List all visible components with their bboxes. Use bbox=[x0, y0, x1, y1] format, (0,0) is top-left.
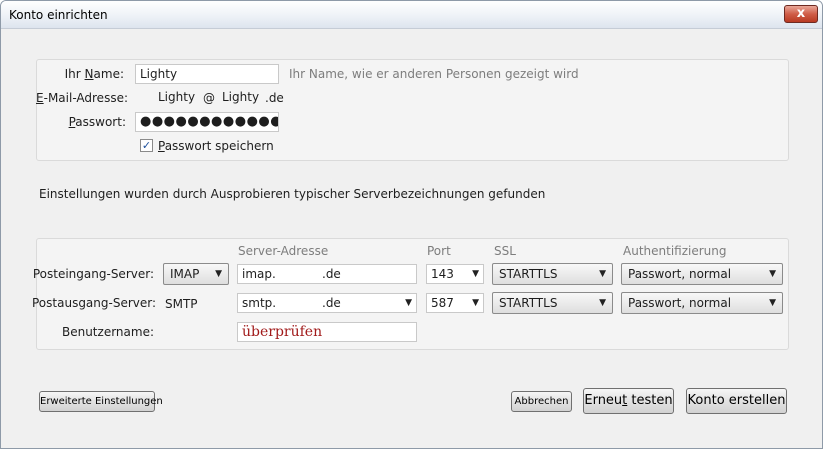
close-button[interactable]: x bbox=[784, 5, 818, 23]
incoming-protocol-select[interactable]: IMAP ▼ bbox=[163, 263, 229, 285]
email-local-part[interactable]: Lighty bbox=[154, 88, 200, 108]
status-message: Einstellungen wurden durch Ausprobieren … bbox=[39, 187, 546, 201]
outgoing-host-input[interactable]: smtp. .de ▼ bbox=[237, 293, 417, 313]
outgoing-port-input[interactable]: 587 ▼ bbox=[426, 293, 484, 313]
cancel-button[interactable]: Abbrechen bbox=[511, 391, 572, 412]
incoming-host-input[interactable]: imap. .de bbox=[237, 264, 417, 284]
advanced-settings-button[interactable]: Erweiterte Einstellungen bbox=[39, 391, 163, 412]
account-setup-window: Konto einrichten x Ihr Name: Lighty Ihr … bbox=[0, 0, 823, 449]
close-icon: x bbox=[796, 6, 806, 21]
chevron-down-icon: ▼ bbox=[472, 298, 479, 308]
window-title: Konto einrichten bbox=[9, 8, 108, 22]
outgoing-server-label: Postausgang-Server: bbox=[32, 296, 157, 310]
title-bar: Konto einrichten x bbox=[1, 1, 822, 29]
incoming-port-input[interactable]: 143 ▼ bbox=[426, 264, 484, 284]
remember-password-checkbox[interactable]: ✓ bbox=[140, 139, 153, 152]
password-input[interactable]: ●●●●●●●●●●●●●●●● bbox=[135, 112, 279, 132]
name-hint: Ihr Name, wie er anderen Personen gezeig… bbox=[289, 67, 579, 81]
username-input[interactable]: überprüfen bbox=[237, 322, 417, 342]
name-input[interactable]: Lighty bbox=[135, 64, 279, 84]
remember-password-label[interactable]: Passwort speichern bbox=[158, 139, 274, 153]
chevron-down-icon: ▼ bbox=[599, 298, 606, 308]
check-icon: ✓ bbox=[141, 139, 152, 152]
chevron-down-icon: ▼ bbox=[472, 269, 479, 279]
retest-button[interactable]: Erneut testen bbox=[583, 388, 674, 414]
name-label: Ihr Name: bbox=[64, 67, 124, 81]
incoming-auth-select[interactable]: Passwort, normal ▼ bbox=[621, 263, 783, 285]
username-label: Benutzername: bbox=[61, 325, 154, 339]
column-header-address: Server-Adresse bbox=[238, 244, 329, 258]
username-value: überprüfen bbox=[242, 324, 323, 340]
dialog-body: Ihr Name: Lighty Ihr Name, wie er andere… bbox=[2, 29, 821, 447]
email-at-sign: @ bbox=[203, 91, 215, 105]
outgoing-ssl-select[interactable]: STARTTLS ▼ bbox=[492, 292, 613, 314]
create-account-button[interactable]: Konto erstellen bbox=[686, 388, 787, 414]
chevron-down-icon: ▼ bbox=[215, 269, 222, 279]
outgoing-protocol: SMTP bbox=[165, 297, 198, 311]
incoming-server-label: Posteingang-Server: bbox=[32, 267, 154, 281]
column-header-port: Port bbox=[427, 244, 451, 258]
column-header-ssl: SSL bbox=[494, 244, 516, 258]
password-label: Passwort: bbox=[68, 115, 126, 129]
chevron-down-icon: ▼ bbox=[769, 269, 776, 279]
outgoing-auth-select[interactable]: Passwort, normal ▼ bbox=[621, 292, 783, 314]
incoming-ssl-select[interactable]: STARTTLS ▼ bbox=[492, 263, 613, 285]
chevron-down-icon: ▼ bbox=[405, 298, 412, 308]
column-header-auth: Authentifizierung bbox=[623, 244, 727, 258]
email-tld: .de bbox=[265, 91, 284, 105]
email-domain[interactable]: Lighty bbox=[218, 88, 264, 108]
chevron-down-icon: ▼ bbox=[769, 298, 776, 308]
chevron-down-icon: ▼ bbox=[599, 269, 606, 279]
email-label: E-Mail-Adresse: bbox=[36, 91, 128, 105]
